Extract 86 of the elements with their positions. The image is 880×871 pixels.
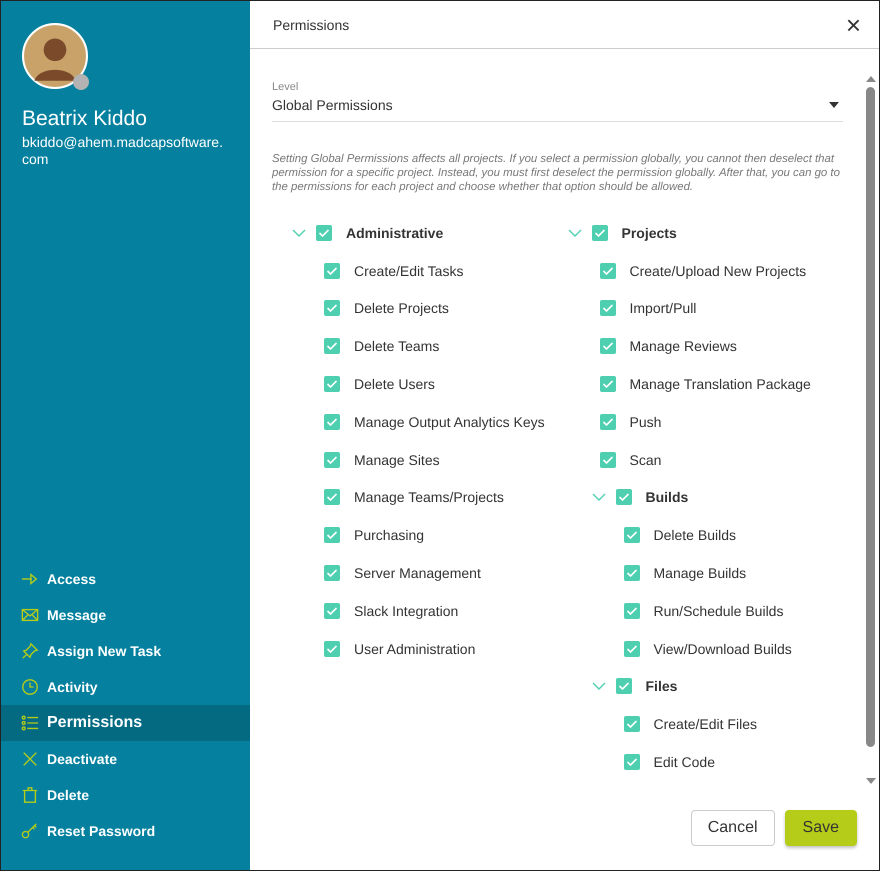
chevron-icon[interactable] bbox=[592, 493, 606, 502]
permission-label: Purchasing bbox=[354, 527, 424, 544]
sidebar-item[interactable]: Delete bbox=[1, 777, 250, 813]
user-email: bkiddo@ahem.madcapsoftware.com bbox=[22, 134, 224, 168]
sidebar-item[interactable]: Assign New Task bbox=[1, 633, 250, 669]
permission-label: Manage Reviews bbox=[630, 338, 737, 354]
permission-label: Create/Upload New Projects bbox=[630, 262, 806, 279]
permission-label: Builds bbox=[646, 489, 688, 506]
permission-label: Manage Translation Package bbox=[630, 376, 811, 392]
checkbox[interactable] bbox=[600, 262, 616, 279]
permission-label: Delete Builds bbox=[654, 527, 736, 544]
permissions-tab[interactable]: Permissions bbox=[273, 16, 350, 32]
checkbox[interactable] bbox=[592, 224, 608, 241]
chevron-icon[interactable] bbox=[592, 682, 606, 690]
pin-icon bbox=[21, 642, 39, 660]
permission-label: Delete Users bbox=[354, 376, 435, 392]
close-icon bbox=[21, 750, 39, 768]
checkbox[interactable] bbox=[324, 300, 340, 316]
sidebar-item[interactable]: Deactivate bbox=[1, 741, 250, 777]
permission-label: Edit Code bbox=[654, 754, 715, 770]
checkbox[interactable] bbox=[324, 376, 340, 392]
permission-label: Run/Schedule Builds bbox=[654, 602, 784, 619]
checkbox[interactable] bbox=[624, 716, 640, 732]
cancel-button[interactable]: Cancel bbox=[690, 810, 775, 846]
checkbox[interactable] bbox=[324, 527, 340, 544]
checkbox[interactable] bbox=[600, 452, 616, 468]
checkbox[interactable] bbox=[600, 338, 616, 354]
checkbox[interactable] bbox=[624, 527, 640, 544]
checkbox[interactable] bbox=[324, 602, 340, 619]
checkbox[interactable] bbox=[324, 414, 340, 430]
envelope-icon bbox=[21, 606, 39, 624]
clock-icon bbox=[21, 678, 39, 696]
select-value: Global Permissions bbox=[272, 97, 393, 113]
permission-label: Delete Teams bbox=[354, 338, 440, 354]
checkbox[interactable] bbox=[316, 224, 332, 241]
caret-icon bbox=[829, 102, 839, 108]
checkbox[interactable] bbox=[624, 565, 640, 582]
sidebar-item[interactable]: Permissions bbox=[1, 705, 250, 741]
sidebar-item[interactable]: Message bbox=[1, 597, 250, 633]
checkbox[interactable] bbox=[324, 262, 340, 279]
checkbox[interactable] bbox=[624, 602, 640, 619]
info-text: Setting Global Permissions affects all projects. If you select a permission globally, you cannot then deselect that permission for a specific project. Instead, you must first deselect the permission globally. After that, you can go to the permissions for each project and choose whether that option should be allowed. bbox=[272, 152, 841, 194]
close-button[interactable]: × bbox=[842, 12, 865, 38]
checkbox[interactable] bbox=[624, 640, 640, 657]
avatar bbox=[22, 23, 88, 89]
permission-label: Administrative bbox=[346, 224, 444, 241]
permission-label: Scan bbox=[630, 452, 662, 468]
permission-label: Manage Output Analytics Keys bbox=[354, 414, 545, 430]
checkbox[interactable] bbox=[616, 489, 632, 506]
permission-label: Slack Integration bbox=[354, 602, 458, 619]
checkbox[interactable] bbox=[600, 414, 616, 430]
permission-label: Delete Projects bbox=[354, 300, 449, 316]
chevron-icon[interactable] bbox=[292, 228, 306, 237]
sidebar-item[interactable]: Activity bbox=[1, 669, 250, 705]
checkbox[interactable] bbox=[324, 452, 340, 468]
trash-icon bbox=[21, 786, 39, 804]
checkbox[interactable] bbox=[324, 640, 340, 657]
arrow-icon bbox=[21, 570, 39, 588]
permission-label: Create/Edit Tasks bbox=[354, 262, 464, 279]
sidebar-item[interactable]: Reset Password bbox=[1, 813, 250, 849]
checkbox[interactable] bbox=[324, 338, 340, 354]
permission-label: View/Download Builds bbox=[654, 640, 792, 657]
list-icon bbox=[21, 714, 39, 732]
chevron-icon[interactable] bbox=[568, 228, 582, 237]
permission-label: Files bbox=[646, 678, 678, 694]
permission-label: User Administration bbox=[354, 640, 476, 657]
permission-label: Projects bbox=[622, 224, 677, 241]
permission-label: Manage Teams/Projects bbox=[354, 489, 504, 506]
permission-label: Create/Edit Files bbox=[654, 716, 757, 732]
level-select[interactable]: Level Global Permissions bbox=[272, 81, 843, 122]
checkbox[interactable] bbox=[324, 565, 340, 582]
key-icon bbox=[21, 822, 39, 840]
sidebar-item[interactable]: Access bbox=[1, 561, 250, 597]
save-button[interactable]: Save bbox=[784, 810, 857, 846]
checkbox[interactable] bbox=[600, 376, 616, 392]
permission-label: Push bbox=[630, 414, 662, 430]
checkbox[interactable] bbox=[324, 489, 340, 506]
permission-label: Manage Sites bbox=[354, 452, 440, 468]
checkbox[interactable] bbox=[616, 678, 632, 694]
permission-label: Manage Builds bbox=[654, 565, 746, 582]
field-label: Level bbox=[272, 81, 300, 93]
checkbox[interactable] bbox=[600, 300, 616, 316]
user-name: Beatrix Kiddo bbox=[22, 107, 148, 131]
checkbox[interactable] bbox=[624, 754, 640, 770]
permission-label: Import/Pull bbox=[630, 300, 696, 316]
permission-label: Server Management bbox=[354, 565, 481, 582]
